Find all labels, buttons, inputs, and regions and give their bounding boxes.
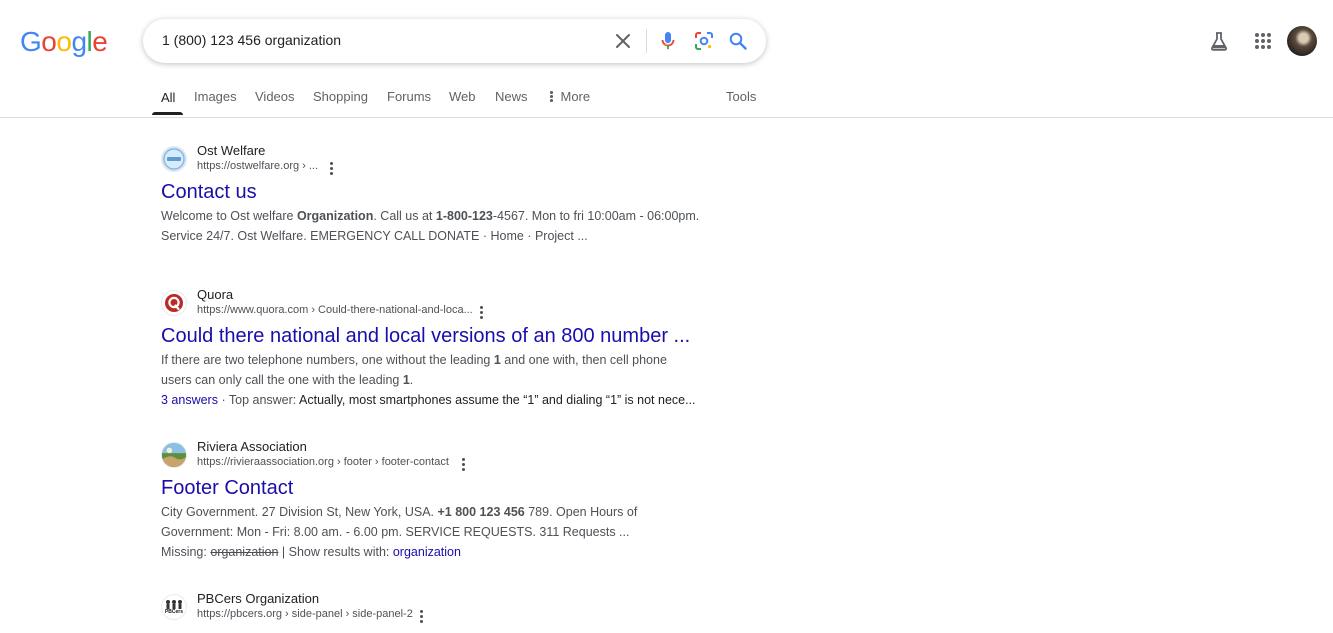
snippet-bold: 1: [402, 373, 410, 387]
tab-more[interactable]: More: [550, 89, 590, 104]
snippet-text: If there are two telephone numbers, one …: [161, 353, 494, 367]
more-vert-icon[interactable]: [457, 457, 469, 471]
favicon-text: PBCers: [164, 609, 184, 615]
tab-images[interactable]: Images: [194, 89, 237, 104]
tools-button[interactable]: Tools: [726, 89, 756, 104]
site-favicon: [161, 290, 187, 316]
snippet-text: and one with, then cell phone: [500, 353, 667, 367]
tab-more-label: More: [560, 89, 591, 104]
apps-grid-icon[interactable]: [1248, 26, 1278, 56]
top-answer-text: Actually, most smartphones assume the “1…: [299, 393, 696, 407]
result-title-link[interactable]: Could there national and local versions …: [161, 323, 706, 349]
search-input[interactable]: 1 (800) 123 456 organization: [162, 32, 341, 48]
snippet-text: . Call us at: [373, 209, 436, 223]
result-site-row[interactable]: Riviera Association https://rivieraassoc…: [161, 439, 706, 471]
snippet-text: City Government. 27 Division St, New Yor…: [161, 505, 438, 519]
tab-news[interactable]: News: [495, 89, 528, 104]
site-name: Ost Welfare: [197, 143, 266, 158]
tab-videos[interactable]: Videos: [255, 89, 295, 104]
header-divider: [0, 117, 1333, 118]
result-site-row[interactable]: Ost Welfare https://ostwelfare.org › ...: [161, 143, 706, 175]
avatar[interactable]: [1287, 26, 1317, 56]
snippet-bold: 1: [493, 353, 501, 367]
logo-letter: g: [71, 26, 87, 57]
close-icon[interactable]: [611, 29, 635, 53]
search-result: Ost Welfare https://ostwelfare.org › ...…: [161, 143, 706, 246]
tab-web[interactable]: Web: [449, 89, 476, 104]
more-vert-icon: [550, 91, 553, 102]
search-divider: [646, 29, 647, 53]
result-title-link[interactable]: Contact us: [161, 179, 706, 205]
logo-letter: o: [56, 26, 72, 57]
more-vert-icon[interactable]: [415, 609, 427, 623]
logo-letter: G: [20, 26, 42, 57]
snippet-text: -4567. Mon to fri 10:00am - 06:00pm.: [492, 209, 700, 223]
snippet-text: · Top answer:: [217, 393, 300, 407]
more-vert-icon[interactable]: [325, 161, 337, 175]
result-snippet: City Government. 27 Division St, New Yor…: [161, 502, 706, 562]
snippet-bold: Organization: [296, 209, 374, 223]
flask-icon[interactable]: [1204, 26, 1234, 56]
site-url: https://ostwelfare.org › ...: [197, 160, 319, 172]
result-site-row[interactable]: PBCers PBCers Organization https://pbcer…: [161, 591, 706, 623]
answers-link[interactable]: 3 answers: [161, 393, 218, 407]
snippet-text: users can only call the one with the lea…: [161, 373, 403, 387]
snippet-text: .: [409, 373, 414, 387]
lens-icon[interactable]: [692, 29, 716, 53]
microphone-icon[interactable]: [656, 29, 680, 53]
missing-term: organization: [210, 545, 279, 559]
google-logo[interactable]: Google: [20, 26, 108, 58]
result-snippet: If there are two telephone numbers, one …: [161, 350, 706, 410]
site-url: https://pbcers.org › side-panel › side-p…: [197, 608, 413, 620]
snippet-bold: 1-800-123: [435, 209, 493, 223]
more-vert-icon[interactable]: [475, 305, 487, 319]
logo-letter: e: [92, 26, 108, 57]
show-results-with-link[interactable]: organization: [393, 545, 461, 559]
site-name: Quora: [197, 287, 234, 302]
result-site-row[interactable]: Quora https://www.quora.com › Could-ther…: [161, 287, 706, 319]
tab-shopping[interactable]: Shopping: [313, 89, 368, 104]
logo-letter: o: [41, 26, 57, 57]
site-favicon: PBCers: [161, 594, 187, 620]
search-icon[interactable]: [726, 29, 750, 53]
result-title-link[interactable]: Footer Contact: [161, 475, 706, 501]
snippet-text: Welcome to Ost welfare: [161, 209, 297, 223]
tab-all[interactable]: All: [161, 90, 175, 105]
snippet-text: Government: Mon - Fri: 8.00 am. - 6.00 p…: [161, 525, 630, 539]
missing-label: Missing:: [161, 545, 211, 559]
search-result: Riviera Association https://rivieraassoc…: [161, 439, 706, 562]
tab-forums[interactable]: Forums: [387, 89, 431, 104]
snippet-text: | Show results with:: [278, 545, 393, 559]
site-favicon: [161, 146, 187, 172]
active-tab-indicator: [152, 112, 183, 115]
search-result: Quora https://www.quora.com › Could-ther…: [161, 287, 706, 410]
snippet-bold: +1 800 123 456: [437, 505, 525, 519]
snippet-text: Service 24/7. Ost Welfare. EMERGENCY CAL…: [161, 229, 588, 243]
result-snippet: Welcome to Ost welfare Organization. Cal…: [161, 206, 706, 246]
site-url: https://rivieraassociation.org › footer …: [197, 456, 449, 468]
search-box[interactable]: 1 (800) 123 456 organization: [143, 19, 766, 63]
site-name: PBCers Organization: [197, 591, 320, 606]
site-url: https://www.quora.com › Could-there-nati…: [197, 304, 473, 316]
site-name: Riviera Association: [197, 439, 307, 454]
snippet-text: 789. Open Hours of: [524, 505, 638, 519]
site-favicon: [161, 442, 187, 468]
search-result: PBCers PBCers Organization https://pbcer…: [161, 591, 706, 623]
